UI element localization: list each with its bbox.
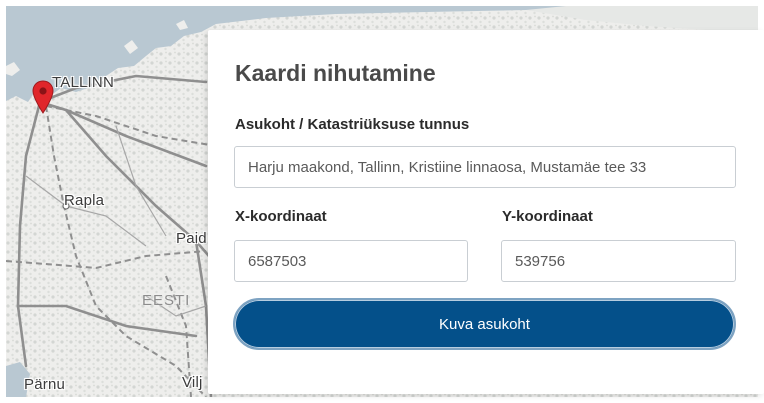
map-label-viljandi: Vilj: [182, 374, 203, 391]
location-pin-icon[interactable]: [32, 80, 54, 114]
y-coordinate-input[interactable]: [501, 240, 736, 282]
x-coordinate-label: X-koordinaat: [235, 208, 327, 225]
move-map-dialog: Kaardi nihutamine Asukoht / Katastriüksu…: [208, 30, 764, 394]
map-label-country: EESTI: [142, 292, 191, 309]
location-label: Asukoht / Katastriüksuse tunnus: [235, 116, 470, 133]
x-coordinate-input[interactable]: [234, 240, 468, 282]
map-label-paide: Paid: [176, 230, 207, 247]
y-coordinate-label: Y-koordinaat: [502, 208, 593, 225]
map-label-tallinn: TALLINN: [52, 74, 114, 91]
map-label-parnu: Pärnu: [24, 376, 66, 393]
map-label-rapla: Rapla: [64, 192, 105, 209]
dialog-title: Kaardi nihutamine: [235, 60, 436, 86]
location-input[interactable]: [234, 146, 736, 188]
show-location-button[interactable]: Kuva asukoht: [233, 298, 736, 350]
